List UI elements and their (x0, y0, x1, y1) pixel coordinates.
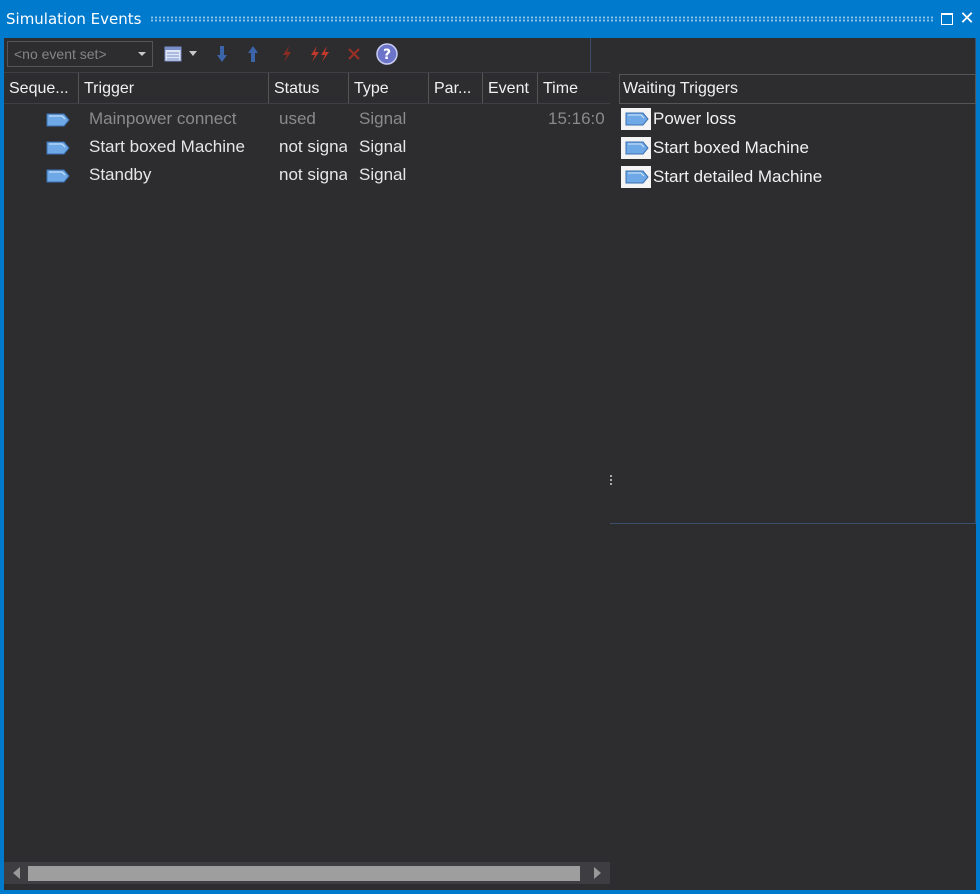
row-trigger: Mainpower connect (89, 109, 237, 128)
row-trigger: Standby (89, 165, 152, 184)
simulation-events-window: Simulation Events ✕ <no event set> ? Wai… (0, 0, 980, 894)
horizontal-scrollbar[interactable] (4, 862, 610, 884)
close-icon[interactable]: ✕ (958, 10, 976, 28)
drag-grip[interactable] (150, 16, 934, 22)
waiting-trigger-label: Power loss (653, 109, 737, 128)
table-row[interactable]: Start boxed Machine not signa Signal (4, 133, 610, 161)
help-icon[interactable]: ? (376, 43, 398, 65)
fire-double-icon[interactable] (306, 43, 334, 65)
signal-icon (621, 108, 651, 130)
list-icon[interactable] (162, 43, 184, 65)
panel-content: <no event set> ? Waiting Triggers Power … (4, 38, 976, 890)
signal-icon (621, 137, 651, 159)
event-set-combobox[interactable]: <no event set> (7, 41, 153, 67)
maximize-icon[interactable] (938, 10, 956, 28)
waiting-triggers-panel: Waiting Triggers Power loss Start boxed … (590, 38, 976, 524)
events-table-header: Seque... Trigger Status Type Par... Even… (4, 72, 610, 104)
signal-icon (46, 112, 70, 127)
signal-icon (621, 166, 651, 188)
event-set-value: <no event set> (14, 46, 107, 62)
signal-icon (46, 168, 70, 183)
scrollbar-thumb[interactable] (28, 866, 580, 881)
splitter-handle[interactable] (610, 475, 613, 489)
row-type: Signal (359, 109, 407, 128)
arrow-up-icon[interactable] (242, 43, 264, 65)
title-bar[interactable]: Simulation Events ✕ (0, 0, 980, 38)
events-list: Seque... Trigger Status Type Par... Even… (4, 72, 610, 890)
signal-icon (46, 140, 70, 155)
scroll-left-icon[interactable] (13, 867, 20, 879)
svg-text:?: ? (383, 47, 391, 63)
column-header-param[interactable]: Par... (429, 73, 483, 103)
column-header-sequence[interactable]: Seque... (4, 73, 79, 103)
column-header-type[interactable]: Type (349, 73, 429, 103)
dropdown-arrow-icon[interactable] (187, 43, 199, 65)
arrow-down-icon[interactable] (211, 43, 233, 65)
column-header-event[interactable]: Event (483, 73, 538, 103)
table-row[interactable]: Mainpower connect used Signal 15:16:0 (4, 105, 610, 133)
row-time: 15:16:0 (548, 109, 605, 128)
row-type: Signal (359, 137, 407, 156)
waiting-triggers-title: Waiting Triggers (623, 80, 738, 97)
row-type: Signal (359, 165, 407, 184)
chevron-down-icon (138, 52, 146, 56)
column-header-time[interactable]: Time (538, 73, 610, 103)
column-header-status[interactable]: Status (269, 73, 349, 103)
row-trigger: Start boxed Machine (89, 137, 245, 156)
column-header-trigger[interactable]: Trigger (79, 73, 269, 103)
waiting-trigger-label: Start detailed Machine (653, 167, 823, 186)
row-status: not signa (279, 165, 347, 184)
row-status: used (279, 109, 316, 128)
waiting-triggers-header: Waiting Triggers (619, 74, 976, 104)
fire-single-icon[interactable] (276, 43, 298, 65)
delete-icon[interactable] (343, 43, 365, 65)
window-title: Simulation Events (6, 10, 142, 28)
scroll-right-icon[interactable] (594, 867, 601, 879)
table-row[interactable]: Standby not signa Signal (4, 161, 610, 189)
waiting-trigger-label: Start boxed Machine (653, 138, 809, 157)
row-status: not signa (279, 137, 347, 156)
